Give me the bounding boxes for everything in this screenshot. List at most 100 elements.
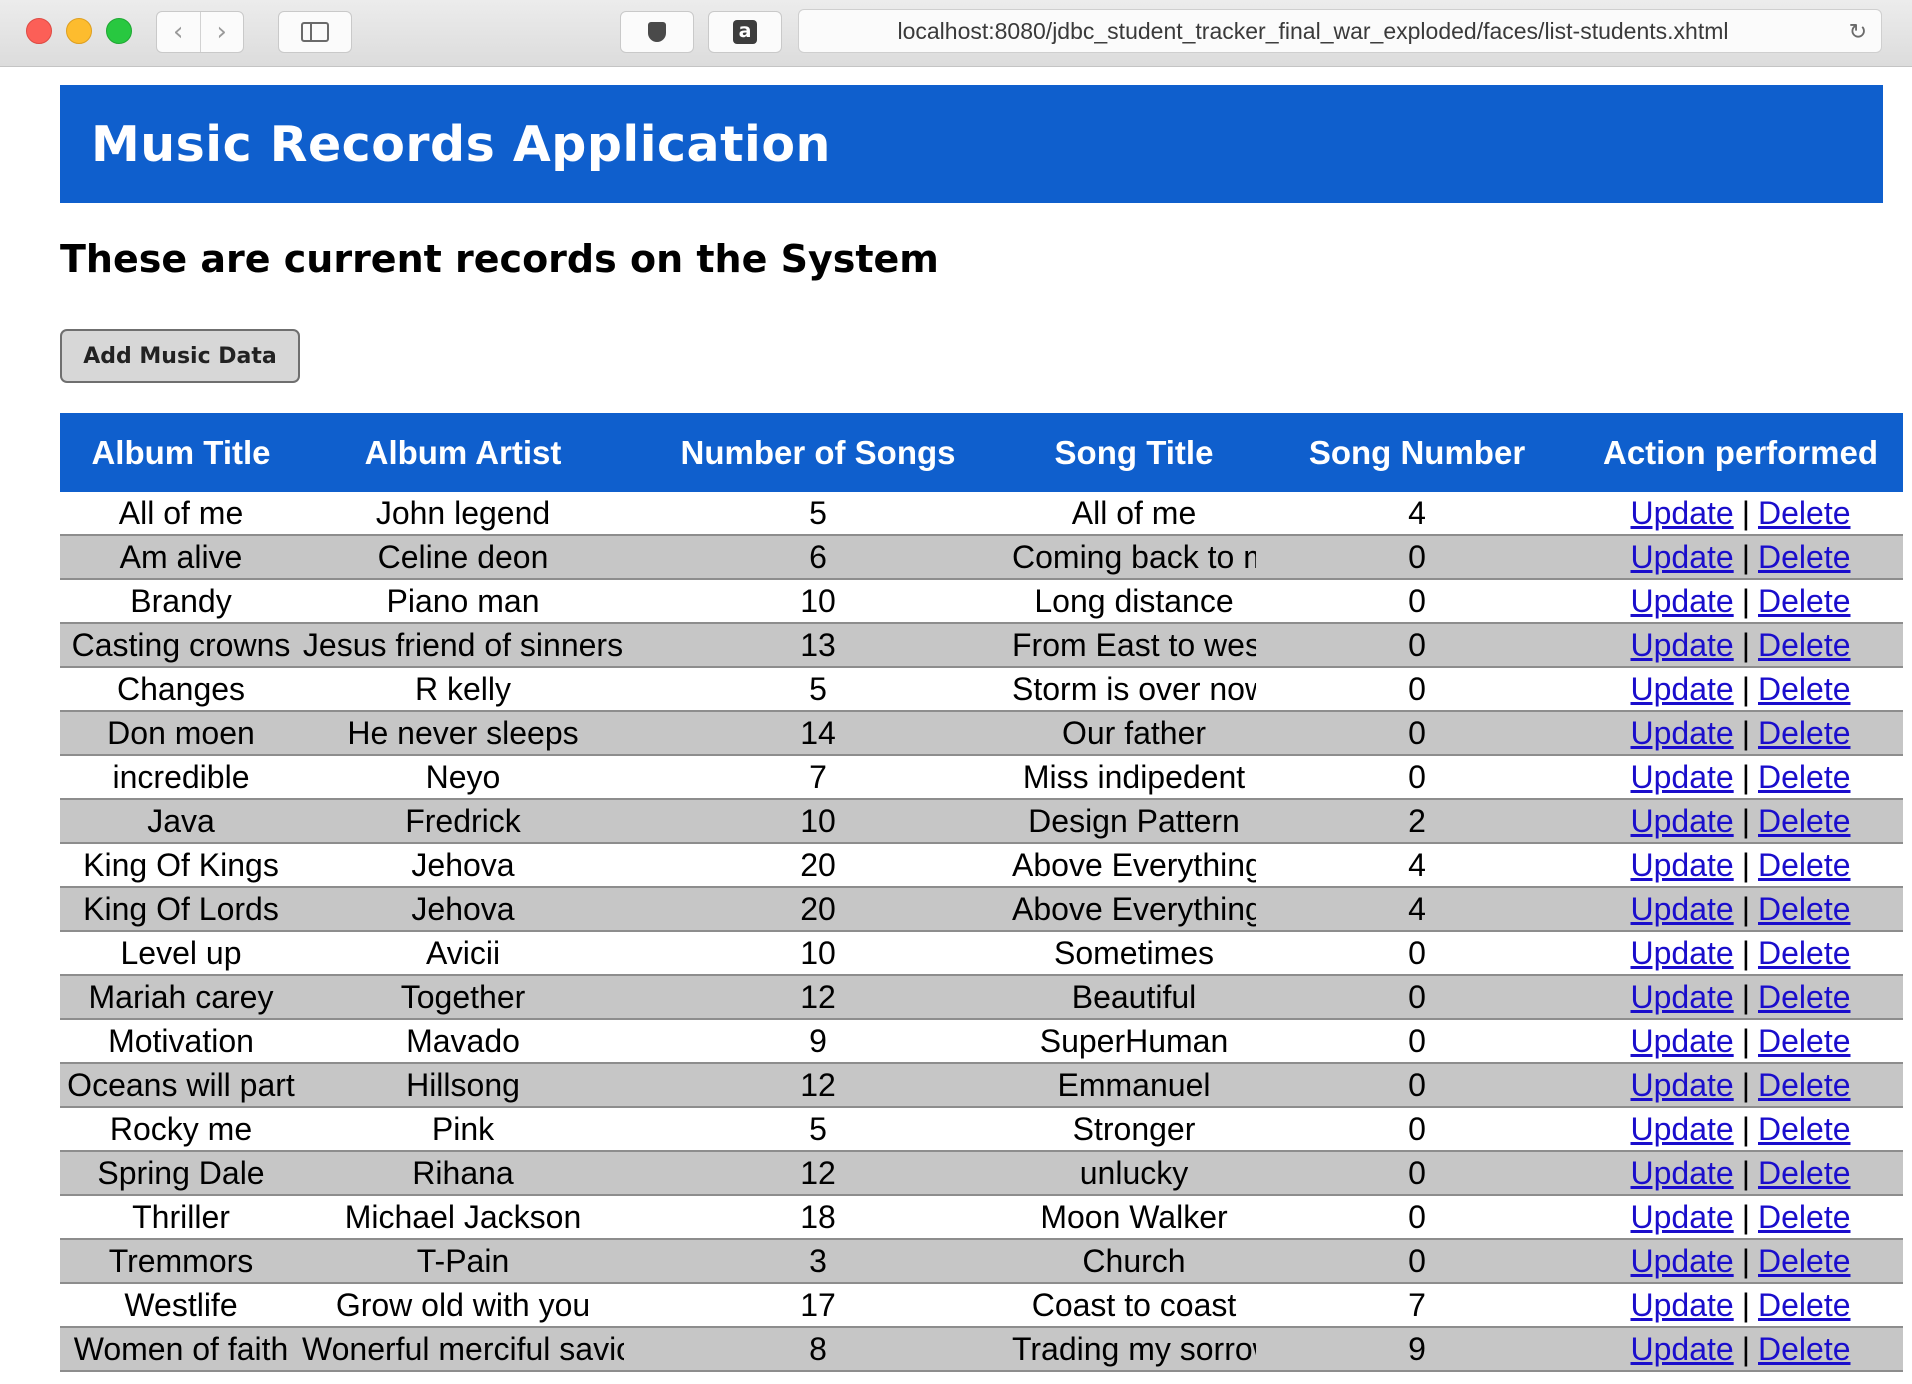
update-link[interactable]: Update	[1631, 715, 1734, 751]
delete-link[interactable]: Delete	[1758, 671, 1851, 707]
sidebar-toggle-button[interactable]	[278, 11, 352, 53]
action-separator: |	[1741, 626, 1750, 663]
column-header-album-title: Album Title	[60, 413, 302, 492]
delete-link[interactable]: Delete	[1758, 715, 1851, 751]
update-link[interactable]: Update	[1631, 803, 1734, 839]
album-artist-cell: Mavado	[302, 1019, 624, 1064]
chevron-right-icon: ›	[216, 17, 227, 47]
update-link[interactable]: Update	[1631, 1067, 1734, 1103]
update-link[interactable]: Update	[1631, 891, 1734, 927]
table-row: King Of Lords Jehova 20 Above Everything 4 Up…	[60, 887, 1903, 932]
column-header-action-performed: Action performed	[1578, 413, 1903, 492]
song-number-cell: 0	[1256, 1195, 1578, 1240]
delete-link[interactable]: Delete	[1758, 495, 1851, 531]
action-separator: |	[1741, 714, 1750, 751]
update-link[interactable]: Update	[1631, 627, 1734, 663]
navigation-buttons: ‹ ›	[156, 11, 244, 53]
album-title-cell: Motivation	[60, 1019, 302, 1064]
action-cell: Update | Delete	[1578, 755, 1903, 800]
action-separator: |	[1741, 1022, 1750, 1059]
delete-link[interactable]: Delete	[1758, 803, 1851, 839]
album-artist-cell: R kelly	[302, 667, 624, 712]
delete-link[interactable]: Delete	[1758, 759, 1851, 795]
album-title-cell: Level up	[60, 931, 302, 976]
table-row: incredible Neyo 7 Miss indipedent 0 Update | De…	[60, 755, 1903, 800]
back-button[interactable]: ‹	[157, 12, 200, 52]
number-of-songs-cell: 7	[624, 755, 1012, 800]
action-separator: |	[1741, 1154, 1750, 1191]
minimize-window-button[interactable]	[66, 18, 92, 44]
records-table-body: All of me John legend 5 All of me 4 Update | De…	[60, 492, 1903, 1372]
update-link[interactable]: Update	[1631, 935, 1734, 971]
app-title: Music Records Application	[91, 115, 831, 173]
delete-link[interactable]: Delete	[1758, 539, 1851, 575]
song-number-cell: 4	[1256, 492, 1578, 536]
action-separator: |	[1741, 1066, 1750, 1103]
number-of-songs-cell: 3	[624, 1239, 1012, 1284]
update-link[interactable]: Update	[1631, 1111, 1734, 1147]
album-artist-cell: Wonerful merciful savior	[302, 1327, 624, 1372]
album-title-cell: Spring Dale	[60, 1151, 302, 1196]
number-of-songs-cell: 9	[624, 1019, 1012, 1064]
update-link[interactable]: Update	[1631, 847, 1734, 883]
reload-icon[interactable]: ↻	[1849, 20, 1867, 45]
delete-link[interactable]: Delete	[1758, 935, 1851, 971]
album-artist-cell: Grow old with you	[302, 1283, 624, 1328]
delete-link[interactable]: Delete	[1758, 891, 1851, 927]
number-of-songs-cell: 5	[624, 492, 1012, 536]
song-number-cell: 9	[1256, 1327, 1578, 1372]
song-title-cell: Coming back to me	[1012, 535, 1256, 580]
song-number-cell: 0	[1256, 667, 1578, 712]
add-music-data-button[interactable]: Add Music Data	[60, 329, 300, 383]
action-cell: Update | Delete	[1578, 843, 1903, 888]
update-link[interactable]: Update	[1631, 1287, 1734, 1323]
update-link[interactable]: Update	[1631, 583, 1734, 619]
song-number-cell: 0	[1256, 931, 1578, 976]
update-link[interactable]: Update	[1631, 1155, 1734, 1191]
delete-link[interactable]: Delete	[1758, 1023, 1851, 1059]
album-artist-cell: Hillsong	[302, 1063, 624, 1108]
update-link[interactable]: Update	[1631, 539, 1734, 575]
delete-link[interactable]: Delete	[1758, 1155, 1851, 1191]
amazon-extension-button[interactable]: a	[708, 11, 782, 53]
delete-link[interactable]: Delete	[1758, 847, 1851, 883]
forward-button[interactable]: ›	[199, 12, 244, 52]
update-link[interactable]: Update	[1631, 1199, 1734, 1235]
update-link[interactable]: Update	[1631, 1331, 1734, 1367]
page-content: Music Records Application These are curr…	[0, 67, 1912, 1384]
album-artist-cell: T-Pain	[302, 1239, 624, 1284]
shield-extension-button[interactable]	[620, 11, 694, 53]
table-row: Thriller Michael Jackson 18 Moon Walker 0 Upd…	[60, 1195, 1903, 1240]
action-separator: |	[1741, 538, 1750, 575]
update-link[interactable]: Update	[1631, 1023, 1734, 1059]
action-cell: Update | Delete	[1578, 931, 1903, 976]
table-row: Oceans will part Hillsong 12 Emmanuel 0 Updat…	[60, 1063, 1903, 1108]
update-link[interactable]: Update	[1631, 1243, 1734, 1279]
number-of-songs-cell: 20	[624, 843, 1012, 888]
delete-link[interactable]: Delete	[1758, 979, 1851, 1015]
update-link[interactable]: Update	[1631, 671, 1734, 707]
update-link[interactable]: Update	[1631, 979, 1734, 1015]
update-link[interactable]: Update	[1631, 759, 1734, 795]
song-number-cell: 0	[1256, 623, 1578, 668]
delete-link[interactable]: Delete	[1758, 1331, 1851, 1367]
close-window-button[interactable]	[26, 18, 52, 44]
delete-link[interactable]: Delete	[1758, 583, 1851, 619]
song-number-cell: 0	[1256, 711, 1578, 756]
address-bar[interactable]: localhost:8080/jdbc_student_tracker_fina…	[798, 9, 1882, 53]
table-header-row: Album Title Album Artist Number of Songs…	[60, 413, 1903, 492]
delete-link[interactable]: Delete	[1758, 1067, 1851, 1103]
action-cell: Update | Delete	[1578, 711, 1903, 756]
album-artist-cell: Pink	[302, 1107, 624, 1152]
delete-link[interactable]: Delete	[1758, 1199, 1851, 1235]
zoom-window-button[interactable]	[106, 18, 132, 44]
delete-link[interactable]: Delete	[1758, 1287, 1851, 1323]
table-row: All of me John legend 5 All of me 4 Update | De…	[60, 492, 1903, 536]
chevron-left-icon: ‹	[173, 17, 184, 47]
table-row: Rocky me Pink 5 Stronger 0 Update | Delete	[60, 1107, 1903, 1152]
table-row: Casting crowns Jesus friend of sinners 13 F…	[60, 623, 1903, 668]
delete-link[interactable]: Delete	[1758, 1243, 1851, 1279]
delete-link[interactable]: Delete	[1758, 627, 1851, 663]
update-link[interactable]: Update	[1631, 495, 1734, 531]
delete-link[interactable]: Delete	[1758, 1111, 1851, 1147]
